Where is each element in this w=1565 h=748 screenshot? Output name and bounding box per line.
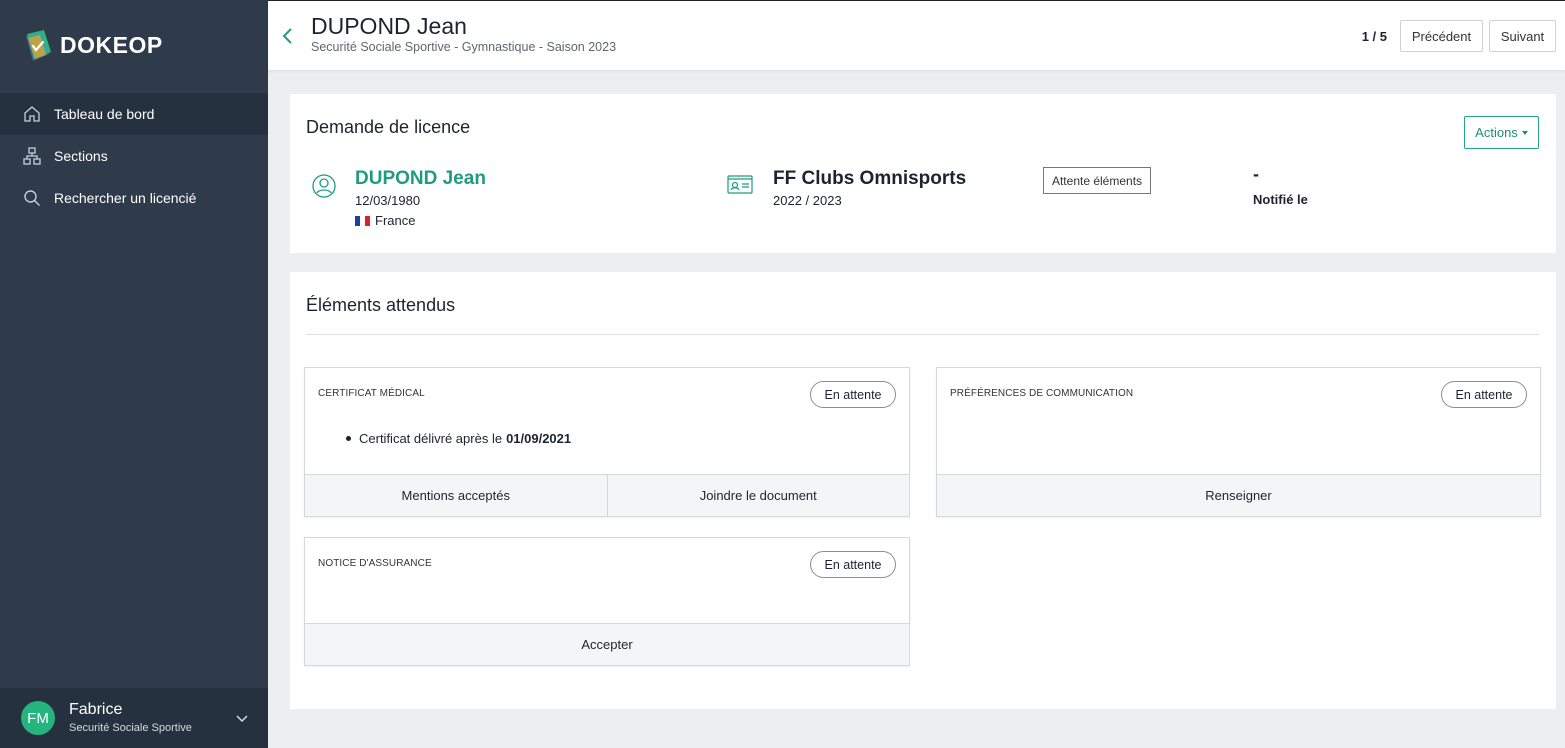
item-actions: Mentions acceptés Joindre le document <box>305 474 909 516</box>
person-name[interactable]: DUPOND Jean <box>355 168 486 190</box>
communication-preferences-item: Préférences de communication En attente … <box>936 367 1541 517</box>
page-header: DUPOND Jean Securité Sociale Sportive - … <box>268 0 1565 70</box>
sidebar-item-sections[interactable]: Sections <box>0 135 268 177</box>
notified-date: - <box>1253 164 1259 184</box>
expected-card-title: Éléments attendus <box>306 295 456 315</box>
item-actions: Renseigner <box>937 474 1540 516</box>
sidebar: DOKEOP Tableau de bord Sections Recherch… <box>0 0 268 748</box>
person-birthdate: 12/03/1980 <box>355 193 421 208</box>
item-title: Préférences de communication <box>950 388 1134 399</box>
status-badge: En attente <box>1441 381 1527 408</box>
user-name: Fabrice <box>69 701 123 718</box>
chevron-down-icon[interactable] <box>234 710 250 726</box>
id-card-icon <box>727 175 753 194</box>
brand-name: DOKEOP <box>60 31 163 58</box>
sidebar-nav: Tableau de bord Sections Rechercher un l… <box>0 93 268 219</box>
user-org: Securité Sociale Sportive <box>69 722 192 734</box>
item-actions: Accepter <box>305 623 909 665</box>
sitemap-icon <box>22 146 42 166</box>
medical-certificate-item: Certificat médical En attente Certificat… <box>304 367 910 517</box>
previous-button[interactable]: Précédent <box>1400 20 1483 52</box>
item-title: Notice d'assurance <box>318 558 432 569</box>
back-arrow-icon[interactable] <box>280 25 296 47</box>
bullet-date: 01/09/2021 <box>506 431 572 446</box>
status-badge: En attente <box>810 551 896 578</box>
country-label: France <box>375 213 416 228</box>
sidebar-item-dashboard[interactable]: Tableau de bord <box>0 93 268 135</box>
brand-logo[interactable]: DOKEOP <box>24 27 163 63</box>
license-card-title: Demande de licence <box>306 117 471 137</box>
sidebar-item-search[interactable]: Rechercher un licencié <box>0 177 268 219</box>
page-title: DUPOND Jean <box>311 13 467 39</box>
attach-document-button[interactable]: Joindre le document <box>606 475 910 516</box>
caret-down-icon <box>1521 131 1528 135</box>
status-badge: Attente éléments <box>1043 167 1151 194</box>
accept-mentions-button[interactable]: Mentions acceptés <box>305 475 607 516</box>
divider <box>306 334 1539 335</box>
insurance-notice-item: Notice d'assurance En attente Accepter <box>304 537 910 666</box>
actions-dropdown-button[interactable]: Actions <box>1464 116 1539 149</box>
sidebar-item-label: Sections <box>54 148 108 164</box>
search-icon <box>22 188 42 208</box>
requirement-bullet: Certificat délivré après le 01/09/2021 <box>346 431 571 446</box>
sidebar-item-label: Tableau de bord <box>54 106 155 122</box>
user-menu[interactable]: FM Fabrice Securité Sociale Sportive <box>0 688 268 748</box>
person-country: France <box>355 213 415 228</box>
next-button[interactable]: Suivant <box>1489 20 1556 52</box>
page-subtitle: Securité Sociale Sportive - Gymnastique … <box>311 40 617 54</box>
item-title: Certificat médical <box>318 388 425 399</box>
fill-in-button[interactable]: Renseigner <box>937 475 1540 516</box>
accept-button[interactable]: Accepter <box>305 624 909 665</box>
bullet-dot <box>346 436 351 441</box>
logo-icon <box>24 28 54 62</box>
france-flag-icon <box>355 215 370 226</box>
notified-label: Notifié le <box>1253 192 1308 207</box>
status-badge: En attente <box>810 381 896 408</box>
federation-name: FF Clubs Omnisports <box>773 168 967 189</box>
license-request-card: Demande de licence Actions DUPOND Jean 1… <box>290 94 1556 253</box>
avatar: FM <box>21 701 55 735</box>
pager-count: 1 / 5 <box>1361 29 1387 44</box>
actions-label: Actions <box>1475 125 1518 140</box>
expected-elements-card: Éléments attendus Certificat médical En … <box>290 272 1556 709</box>
sidebar-item-label: Rechercher un licencié <box>54 190 197 206</box>
federation-season: 2022 / 2023 <box>773 193 842 208</box>
user-circle-icon <box>312 174 336 198</box>
home-icon <box>22 104 42 124</box>
bullet-text: Certificat délivré après le <box>359 431 503 446</box>
